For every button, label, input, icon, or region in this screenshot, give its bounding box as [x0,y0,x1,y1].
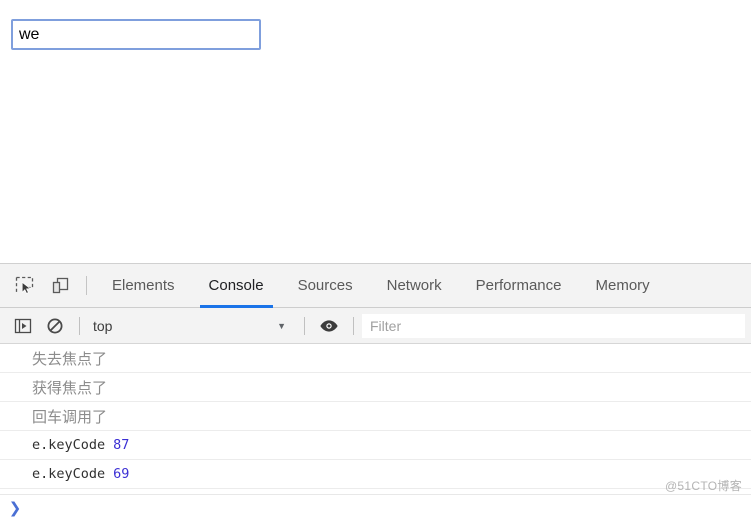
eye-icon[interactable] [313,312,345,340]
tab-network[interactable]: Network [370,264,459,307]
browser-page-viewport [0,0,751,263]
console-message-text: e.keyCode [32,437,106,453]
devtools-panel: Elements Console Sources Network Perform… [0,263,751,520]
console-message-text: 回车调用了 [32,409,108,426]
console-message-value: 69 [113,466,130,482]
console-message-row[interactable]: 回车调用了 [0,402,751,431]
inspect-element-icon[interactable] [6,264,42,307]
tab-sources-label: Sources [297,277,353,294]
tab-network-label: Network [386,277,442,294]
tab-performance[interactable]: Performance [459,264,579,307]
console-context-value: top [93,317,113,334]
chevron-right-icon: ❯ [8,498,22,517]
tab-elements[interactable]: Elements [95,264,192,307]
tab-memory[interactable]: Memory [579,264,667,307]
console-message-row[interactable]: 失去焦点了 [0,344,751,373]
tab-elements-label: Elements [112,277,175,294]
console-prompt-input[interactable] [30,495,751,520]
toolbar-divider [86,276,87,295]
console-message-list[interactable]: 失去焦点了 获得焦点了 回车调用了 e.keyCode 87 e.keyCode… [0,344,751,494]
console-filter-input[interactable] [362,313,745,338]
console-message-value: 87 [113,437,130,453]
console-message-row[interactable]: 获得焦点了 [0,373,751,402]
tab-performance-label: Performance [475,277,562,294]
devtools-tab-list: Elements Console Sources Network Perform… [95,264,667,308]
watermark: @51CTO博客 [664,479,742,493]
devtools-tabbar: Elements Console Sources Network Perform… [0,264,751,308]
tab-console[interactable]: Console [192,264,281,308]
chevron-down-icon: ▼ [277,320,286,331]
console-message-row[interactable]: e.keyCode 69 [0,460,751,489]
text-input[interactable] [11,19,261,50]
console-sidebar-icon[interactable] [7,312,39,340]
console-message-text: 失去焦点了 [32,351,108,368]
console-toolbar: top ▼ [0,308,751,344]
console-prompt-row[interactable]: ❯ [0,494,751,520]
console-message-text: 获得焦点了 [32,380,108,397]
console-message-text: e.keyCode [32,466,106,482]
tab-sources[interactable]: Sources [281,264,370,307]
tab-memory-label: Memory [595,277,650,294]
console-toolbar-divider-2 [304,316,305,335]
tab-console-label: Console [208,277,264,294]
console-message-row[interactable]: e.keyCode 87 [0,431,751,460]
device-toolbar-icon[interactable] [42,264,78,307]
console-context-selector[interactable]: top ▼ [88,313,296,339]
console-toolbar-divider-1 [79,316,80,335]
clear-console-icon[interactable] [39,312,71,340]
console-toolbar-divider-3 [353,316,354,335]
